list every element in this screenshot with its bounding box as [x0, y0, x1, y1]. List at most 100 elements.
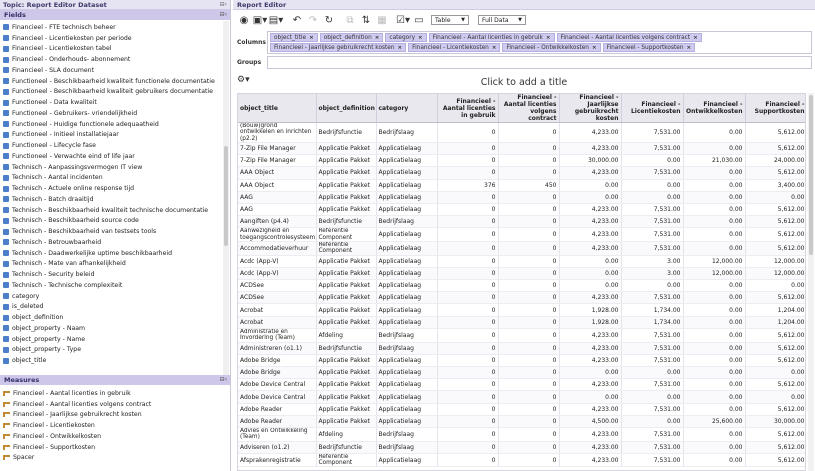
- field-item[interactable]: Technisch - Beschikbaarheid van testsets…: [0, 226, 221, 237]
- eye-icon[interactable]: ◉: [236, 13, 252, 27]
- remove-chip-icon[interactable]: ×: [398, 45, 403, 51]
- table-cell: 1,928.00: [559, 316, 622, 329]
- save-icon[interactable]: ▣▾: [252, 13, 268, 27]
- remove-chip-icon[interactable]: ×: [592, 45, 597, 51]
- table-cell: 0: [437, 267, 499, 281]
- columns-dropzone[interactable]: object_title × object_definition × category ×…: [267, 31, 812, 54]
- table-cell: 0: [498, 154, 560, 168]
- field-item[interactable]: Technisch - Mate van afhankelijkheid: [0, 259, 221, 270]
- column-chip[interactable]: Financieel - Ontwikkelkosten ×: [502, 43, 601, 52]
- measure-item[interactable]: Financieel - Aantal licenties volgens co…: [0, 399, 221, 410]
- field-item[interactable]: object_definition: [0, 312, 221, 323]
- scrollbar-thumb[interactable]: [809, 95, 813, 255]
- column-header[interactable]: category: [376, 94, 438, 123]
- undo-icon[interactable]: ↶: [289, 13, 305, 27]
- remove-chip-icon[interactable]: ×: [418, 35, 423, 41]
- column-header[interactable]: Financieel - Supportkosten: [745, 94, 805, 123]
- remove-chip-icon[interactable]: ×: [375, 35, 380, 41]
- field-item[interactable]: Financieel - Licentiekosten per periode: [0, 33, 221, 44]
- field-item[interactable]: Technisch - Technische complexiteit: [0, 280, 221, 291]
- field-item[interactable]: Functioneel - Lifecycle fase: [0, 140, 221, 151]
- column-header[interactable]: Financieel - Jaarlijkse gebruikrecht kos…: [559, 94, 622, 123]
- column-chip[interactable]: object_title ×: [270, 33, 318, 42]
- column-header[interactable]: Financieel - Aantal licenties in gebruik: [437, 94, 499, 123]
- chart-title[interactable]: Click to add a title: [233, 77, 815, 88]
- field-item[interactable]: Technisch - Security beleid: [0, 269, 221, 280]
- remove-chip-icon[interactable]: ×: [693, 35, 698, 41]
- field-item[interactable]: object_property - Naam: [0, 323, 221, 334]
- field-label: Functioneel - Lifecycle fase: [12, 142, 96, 150]
- fields-scrollbar[interactable]: [223, 21, 229, 375]
- field-item[interactable]: Technisch - Beschikbaarheid source code: [0, 216, 221, 227]
- table-scrollbar[interactable]: [808, 93, 814, 471]
- fields-section-header[interactable]: Fields ⊟‹: [0, 10, 230, 20]
- grid-icon[interactable]: ▦: [374, 13, 390, 27]
- field-item[interactable]: Functioneel - Data kwaliteit: [0, 97, 221, 108]
- measure-item[interactable]: Financieel - Aantal licenties in gebruik: [0, 388, 221, 399]
- refresh-icon[interactable]: ↻: [321, 13, 337, 27]
- field-item[interactable]: Technisch - Daadwerkelijke uptime beschi…: [0, 248, 221, 259]
- column-chip[interactable]: object_definition ×: [319, 33, 384, 42]
- field-item[interactable]: Financieel - Licentiekosten tabel: [0, 44, 221, 55]
- measure-item[interactable]: Financieel - Jaarlijkse gebruikrecht kos…: [0, 410, 221, 421]
- table-cell: 0: [498, 441, 560, 454]
- view-select[interactable]: Table ▼: [431, 15, 469, 25]
- field-item[interactable]: Functioneel - Initieel installatiejaar: [0, 130, 221, 141]
- scrollbar-thumb[interactable]: [224, 146, 228, 246]
- field-item[interactable]: category: [0, 291, 221, 302]
- column-chip[interactable]: Financieel - Licentiekosten ×: [408, 43, 501, 52]
- field-icon: [3, 217, 9, 224]
- field-item[interactable]: Functioneel - Beschikbaarheid kwaliteit …: [0, 76, 221, 87]
- field-item[interactable]: Functioneel - Verwachte eind of life jaa…: [0, 151, 221, 162]
- export-icon[interactable]: ▤▾: [268, 13, 284, 27]
- copy-icon[interactable]: ⧉: [342, 13, 358, 27]
- table-cell: 5,612.00: [745, 328, 805, 343]
- table-cell: 25,600.00: [683, 415, 746, 429]
- measure-item[interactable]: Spacer: [0, 453, 221, 464]
- field-item[interactable]: Financieel - SLA document: [0, 65, 221, 76]
- remove-chip-icon[interactable]: ×: [546, 35, 551, 41]
- field-item[interactable]: is_deleted: [0, 302, 221, 313]
- field-item[interactable]: Financieel - FTE technisch beheer: [0, 22, 221, 33]
- column-chip[interactable]: Financieel - Aantal licenties volgens co…: [556, 33, 702, 42]
- column-chip[interactable]: Financieel - Aantal licenties in gebruik…: [428, 33, 555, 42]
- sort-icon[interactable]: ⇅: [358, 13, 374, 27]
- field-item[interactable]: Financieel - Onderhouds- abonnement: [0, 54, 221, 65]
- chart-type-icon[interactable]: ☑▾: [395, 13, 411, 27]
- remove-chip-icon[interactable]: ×: [309, 35, 314, 41]
- column-chip[interactable]: Financieel - Jaarlijkse gebruikrecht kos…: [270, 43, 407, 52]
- field-item[interactable]: Technisch - Betrouwbaarheid: [0, 237, 221, 248]
- measure-item[interactable]: Financieel - Supportkosten: [0, 442, 221, 453]
- table-header-row: object_title object_definition category Fin…: [238, 94, 805, 123]
- image-icon[interactable]: ▭: [411, 13, 427, 27]
- field-item[interactable]: Technisch - Aantal incidenten: [0, 173, 221, 184]
- groups-dropzone[interactable]: [267, 56, 812, 69]
- field-item[interactable]: Functioneel - Gebruikers- vriendelijkhei…: [0, 108, 221, 119]
- field-item[interactable]: object_property - Type: [0, 345, 221, 356]
- field-item[interactable]: Technisch - Batch draaitijd: [0, 194, 221, 205]
- collapse-icon[interactable]: ⊟‹: [220, 1, 227, 8]
- measures-section-header[interactable]: Measures ⊟‹: [0, 375, 230, 385]
- column-header[interactable]: Financieel - Licentiekosten: [621, 94, 684, 123]
- field-item[interactable]: Technisch - Actuele online response tijd: [0, 183, 221, 194]
- column-header[interactable]: object_title: [238, 94, 317, 123]
- redo-icon[interactable]: ↷: [305, 13, 321, 27]
- field-item[interactable]: object_property - Name: [0, 334, 221, 345]
- column-header[interactable]: Financieel - Aantal licenties volgens co…: [498, 94, 560, 123]
- field-item[interactable]: Functioneel - Huidige functionele adequa…: [0, 119, 221, 130]
- column-header[interactable]: Financieel - Ontwikkelkosten: [683, 94, 746, 123]
- field-item[interactable]: Technisch - Aanpassingsvermogen IT view: [0, 162, 221, 173]
- measure-item[interactable]: Financieel - Ontwikkelkosten: [0, 431, 221, 442]
- section-toggle-icon[interactable]: ⊟‹: [220, 376, 227, 383]
- remove-chip-icon[interactable]: ×: [687, 45, 692, 51]
- field-item[interactable]: Technisch - Beschikbaarheid kwaliteit te…: [0, 205, 221, 216]
- column-chip[interactable]: Financieel - Supportkosten ×: [602, 43, 696, 52]
- data-select[interactable]: Full Data ▼: [478, 15, 526, 25]
- column-chip[interactable]: category ×: [385, 33, 427, 42]
- field-item[interactable]: object_title: [0, 355, 221, 366]
- section-toggle-icon[interactable]: ⊟‹: [220, 11, 227, 18]
- remove-chip-icon[interactable]: ×: [492, 45, 497, 51]
- field-item[interactable]: Functioneel - Beschikbaarheid kwaliteit …: [0, 87, 221, 98]
- measure-item[interactable]: Financieel - Licentiekosten: [0, 420, 221, 431]
- column-header[interactable]: object_definition: [316, 94, 377, 123]
